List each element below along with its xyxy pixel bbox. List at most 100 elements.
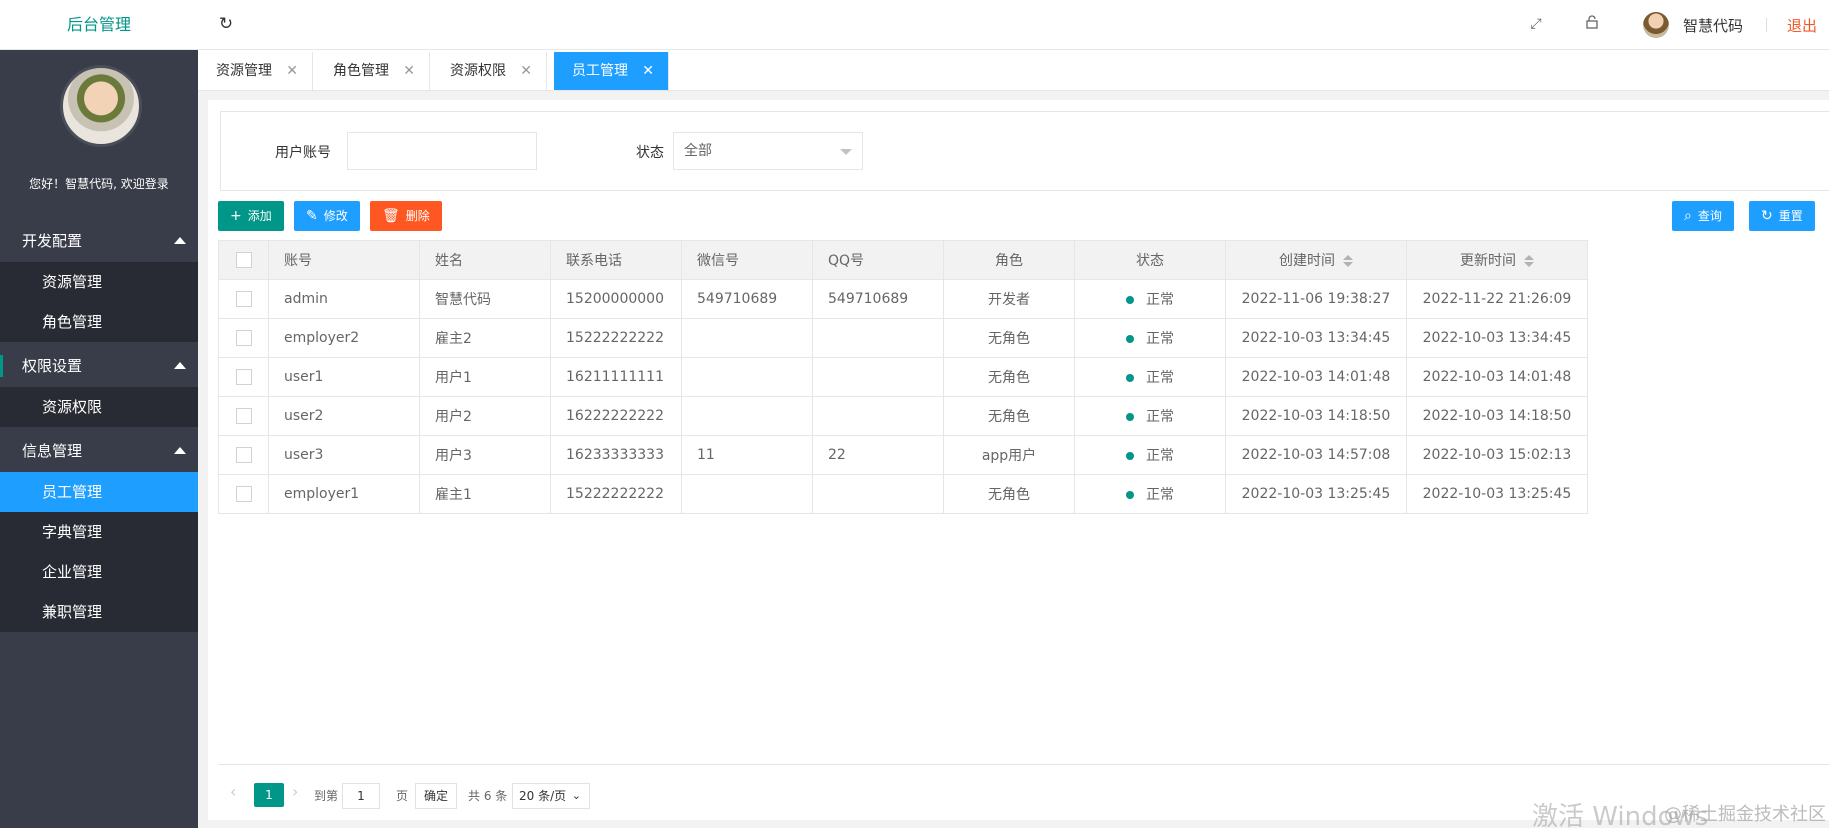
user-name[interactable]: 智慧代码 xyxy=(1683,15,1743,36)
column-header-sortable[interactable]: 更新时间 xyxy=(1406,240,1588,280)
active-group-indicator xyxy=(0,355,3,377)
fullscreen-icon[interactable]: ⤢ xyxy=(1527,15,1545,33)
table-row[interactable]: user3 用户3 16233333333 11 22 app用户 正常 2022-10-03… xyxy=(218,435,1588,475)
cell-created: 2022-10-03 14:57:08 xyxy=(1225,435,1407,475)
table-row[interactable]: user2 用户2 16222222222 无角色 正常 2022-10-03 14:18… xyxy=(218,396,1588,436)
sidebar-item-resource-permission[interactable]: 资源权限 xyxy=(0,387,198,427)
row-select-cell xyxy=(218,396,269,436)
cell-name: 智慧代码 xyxy=(419,279,551,319)
cell-role: 无角色 xyxy=(943,357,1075,397)
sidebar-item-role-manage[interactable]: 角色管理 xyxy=(0,302,198,342)
next-page-icon[interactable]: › xyxy=(292,782,298,801)
sort-icon[interactable] xyxy=(1524,255,1534,267)
goto-confirm-button[interactable]: 确定 xyxy=(415,783,458,809)
tab-resource-manage[interactable]: 资源管理 ✕ xyxy=(198,52,313,90)
close-icon[interactable]: ✕ xyxy=(403,52,415,90)
cell-wechat xyxy=(681,396,813,436)
cell-phone: 16233333333 xyxy=(550,435,682,475)
column-header-sortable[interactable]: 创建时间 xyxy=(1225,240,1407,280)
sort-icon[interactable] xyxy=(1343,255,1353,267)
caret-up-icon xyxy=(174,447,186,454)
select-all-checkbox[interactable] xyxy=(235,252,252,268)
pencil-icon: ✎ xyxy=(306,208,318,224)
goto-page-input[interactable]: 1 xyxy=(342,783,380,809)
status-dot-icon xyxy=(1126,491,1134,499)
nav-group-permission[interactable]: 权限设置 xyxy=(0,345,198,387)
sidebar-item-resource-manage[interactable]: 资源管理 xyxy=(0,262,198,302)
nav-group-info-manage[interactable]: 信息管理 xyxy=(0,430,198,472)
tab-employee-manage[interactable]: 员工管理 ✕ xyxy=(554,52,669,90)
page-size-select[interactable]: 20 条/页 ⌄ xyxy=(512,783,590,809)
cell-account: employer2 xyxy=(268,318,420,358)
table-row[interactable]: admin 智慧代码 15200000000 549710689 549710689 开发… xyxy=(218,279,1588,319)
prev-page-icon[interactable]: ‹ xyxy=(230,782,236,801)
edit-button[interactable]: ✎ 修改 xyxy=(294,201,360,231)
chevron-down-icon: ⌄ xyxy=(571,789,581,802)
nav-group-dev-config[interactable]: 开发配置 xyxy=(0,220,198,262)
nav-group-label: 权限设置 xyxy=(22,357,83,375)
status-select[interactable]: 全部 xyxy=(673,132,863,170)
sidebar-item-parttime-manage[interactable]: 兼职管理 xyxy=(0,592,198,632)
employee-table: 账号 姓名 联系电话 微信号 QQ号 角色 状态 创建时间 更新时间 admin… xyxy=(218,240,1829,514)
cell-role: 开发者 xyxy=(943,279,1075,319)
table-row[interactable]: employer2 雇主2 15222222222 无角色 正常 2022-10-03 1… xyxy=(218,318,1588,358)
cell-role: app用户 xyxy=(943,435,1075,475)
close-icon[interactable]: ✕ xyxy=(642,52,654,90)
status-dot-icon xyxy=(1126,296,1134,304)
status-text: 正常 xyxy=(1146,370,1174,386)
cell-role: 无角色 xyxy=(943,318,1075,358)
current-page-button[interactable]: 1 xyxy=(254,783,284,807)
cell-name: 雇主1 xyxy=(419,474,551,514)
source-watermark: @稀土掘金技术社区 xyxy=(1664,804,1826,825)
logout-link[interactable]: 退出 xyxy=(1787,15,1817,36)
cell-account: user2 xyxy=(268,396,420,436)
account-label: 用户账号 xyxy=(275,145,331,161)
close-icon[interactable]: ✕ xyxy=(520,52,532,90)
page-unit-label: 页 xyxy=(396,789,409,803)
reset-button[interactable]: ↻ 重置 xyxy=(1749,201,1815,231)
row-checkbox[interactable] xyxy=(235,486,252,502)
cell-qq xyxy=(812,396,944,436)
tab-resource-permission[interactable]: 资源权限 ✕ xyxy=(432,52,547,90)
cell-qq xyxy=(812,474,944,514)
refresh-icon: ↻ xyxy=(1761,208,1773,224)
row-checkbox[interactable] xyxy=(235,291,252,307)
sidebar-item-employee-manage[interactable]: 员工管理 xyxy=(0,472,198,512)
profile-avatar xyxy=(60,65,142,147)
cell-qq xyxy=(812,357,944,397)
cell-account: employer1 xyxy=(268,474,420,514)
cell-updated: 2022-11-22 21:26:09 xyxy=(1406,279,1588,319)
cell-created: 2022-10-03 13:25:45 xyxy=(1225,474,1407,514)
cell-updated: 2022-10-03 14:01:48 xyxy=(1406,357,1588,397)
row-checkbox[interactable] xyxy=(235,447,252,463)
account-input[interactable] xyxy=(347,132,537,170)
status-dot-icon xyxy=(1126,335,1134,343)
caret-up-icon xyxy=(174,362,186,369)
cell-phone: 16222222222 xyxy=(550,396,682,436)
row-checkbox[interactable] xyxy=(235,330,252,346)
add-button[interactable]: + 添加 xyxy=(218,201,284,231)
cell-phone: 15222222222 xyxy=(550,318,682,358)
row-checkbox[interactable] xyxy=(235,408,252,424)
cell-updated: 2022-10-03 13:25:45 xyxy=(1406,474,1588,514)
close-icon[interactable]: ✕ xyxy=(286,52,298,90)
table-row[interactable]: user1 用户1 16211111111 无角色 正常 2022-10-03 14:01… xyxy=(218,357,1588,397)
status-label: 状态 xyxy=(636,145,664,161)
refresh-icon[interactable]: ↻ xyxy=(216,14,236,34)
lock-icon[interactable] xyxy=(1583,15,1601,33)
status-select-value: 全部 xyxy=(684,143,712,159)
sidebar-item-company-manage[interactable]: 企业管理 xyxy=(0,552,198,592)
status-text: 正常 xyxy=(1146,292,1174,308)
main-content: 用户账号 状态 全部 + 添加 ✎ 修改 🗑 删除 ⌕ 查询 ↻ 重置 账号 姓… xyxy=(208,100,1829,820)
status-dot-icon xyxy=(1126,413,1134,421)
cell-status: 正常 xyxy=(1074,279,1226,319)
row-select-cell xyxy=(218,318,269,358)
query-button[interactable]: ⌕ 查询 xyxy=(1672,201,1734,231)
sidebar-item-dictionary-manage[interactable]: 字典管理 xyxy=(0,512,198,552)
table-row[interactable]: employer1 雇主1 15222222222 无角色 正常 2022-10-03 1… xyxy=(218,474,1588,514)
row-checkbox[interactable] xyxy=(235,369,252,385)
delete-button[interactable]: 🗑 删除 xyxy=(370,201,442,231)
user-avatar[interactable] xyxy=(1643,12,1669,38)
cell-account: admin xyxy=(268,279,420,319)
tab-role-manage[interactable]: 角色管理 ✕ xyxy=(315,52,430,90)
